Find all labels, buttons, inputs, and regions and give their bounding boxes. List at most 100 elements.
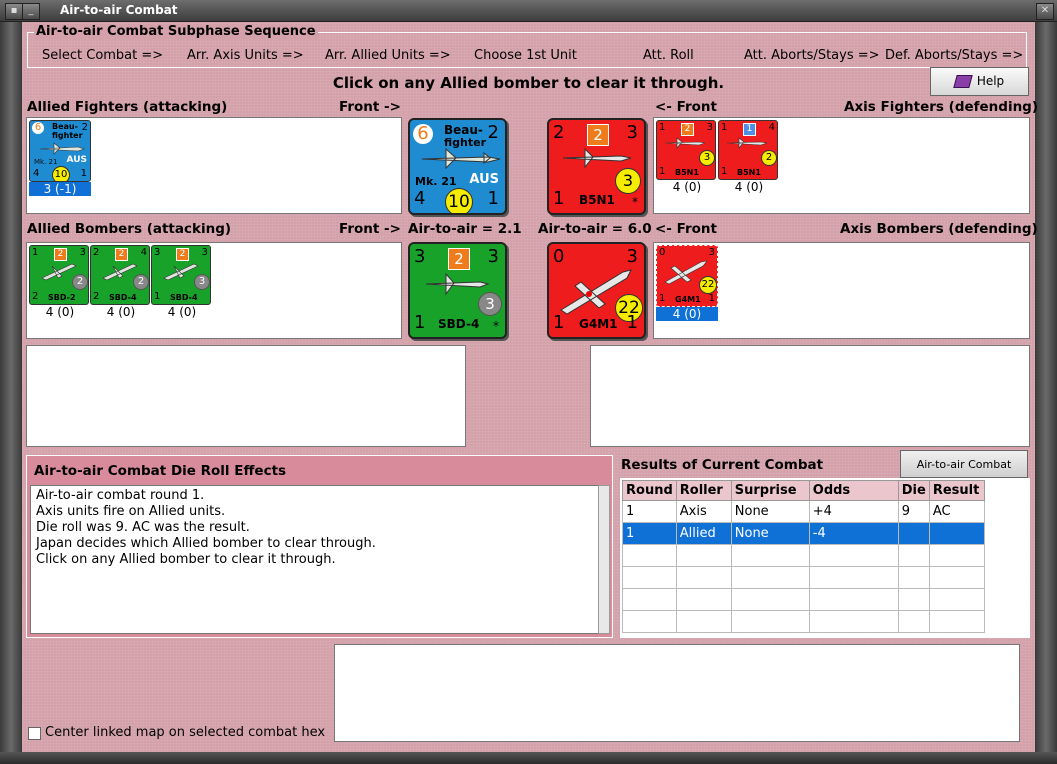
counter-circle-value: 22 bbox=[699, 276, 717, 294]
unit-counter-b5n1-2[interactable]: 1 1 4 2 1 B5N1 bbox=[718, 120, 778, 180]
axis-bombers-front-label: <- Front bbox=[655, 221, 717, 237]
unit-counter-sbd4-1[interactable]: 2 2 4 2 2 SBD-4 bbox=[90, 245, 150, 305]
counter-value-tl: 3 bbox=[154, 247, 161, 258]
cell-odds: -4 bbox=[808, 522, 899, 545]
die-roll-effects-label: Air-to-air Combat Die Roll Effects bbox=[34, 463, 287, 479]
allied-bombers-front-label: Front -> bbox=[339, 221, 401, 237]
unit-counter-b5n1-1[interactable]: 1 2 3 3 1 B5N1 bbox=[656, 120, 716, 180]
aircraft-icon bbox=[562, 148, 632, 168]
col-odds: Odds bbox=[808, 480, 899, 501]
counter-value-bl: 2 bbox=[32, 291, 39, 302]
step-select-combat: Select Combat => bbox=[42, 48, 164, 63]
counter-value-bl: 4 bbox=[33, 168, 40, 179]
col-round: Round bbox=[622, 480, 677, 501]
window-frame-right bbox=[1035, 22, 1057, 764]
table-row-selected[interactable]: 1 Allied None -4 bbox=[622, 522, 985, 545]
big-counter-star: * bbox=[493, 319, 499, 333]
unit-counter-sbd4-2[interactable]: 3 2 3 3 1 SBD-4 bbox=[151, 245, 211, 305]
big-counter-value-bl: 1 bbox=[414, 312, 426, 333]
counter-circle-value: 2 bbox=[761, 150, 777, 166]
axis-fighters-label: Axis Fighters (defending) bbox=[844, 99, 1039, 115]
help-button[interactable]: Help bbox=[930, 67, 1029, 96]
counter-value-tr: 4 bbox=[768, 122, 775, 133]
results-header-row: Round Roller Surprise Odds Die Result bbox=[622, 480, 985, 501]
counter-value-bl: 2 bbox=[93, 291, 100, 302]
cell-die: 9 bbox=[897, 500, 930, 523]
axis-air-to-air-value: Air-to-air = 6.0 bbox=[538, 221, 652, 237]
counter-value-bl: 1 bbox=[721, 166, 728, 177]
minimize-icon[interactable]: _ bbox=[22, 3, 40, 20]
big-counter-value-bl: 1 bbox=[553, 188, 565, 209]
col-roller: Roller bbox=[675, 480, 732, 501]
step-att-aborts: Att. Aborts/Stays => bbox=[744, 48, 880, 63]
cell-roller: Axis bbox=[675, 500, 732, 523]
counter-circle-value: 3 bbox=[194, 274, 210, 290]
counter-name: G4M1 bbox=[675, 295, 701, 304]
close-icon[interactable]: ✕ bbox=[1036, 3, 1054, 20]
counter-model: Mk. 21 bbox=[34, 158, 58, 166]
big-counter-b5n1: 2 2 3 3 1 B5N1 * bbox=[547, 118, 646, 215]
cell-surprise: None bbox=[730, 522, 810, 545]
cell-surprise: None bbox=[730, 500, 810, 523]
cell-round: 1 bbox=[622, 522, 677, 545]
counter-name: SBD-4 bbox=[170, 293, 198, 302]
big-counter-g4m1: 0 3 22 1 G4M1 1 bbox=[547, 242, 646, 339]
big-counter-value-tl: 3 bbox=[414, 246, 426, 267]
effects-scrollbar[interactable] bbox=[598, 485, 610, 634]
axis-fighters-panel: 1 2 3 3 1 B5N1 4 (0) 1 1 4 2 1 B5N1 4 (0… bbox=[653, 117, 1030, 214]
effect-line: Air-to-air combat round 1. bbox=[36, 488, 205, 503]
counter-box-value: 2 bbox=[681, 123, 694, 136]
unit-value-selected: 4 (0) bbox=[656, 307, 718, 321]
big-counter-value-br: 1 bbox=[626, 312, 638, 333]
help-book-icon bbox=[953, 75, 973, 88]
allied-air-to-air-value: Air-to-air = 2.1 bbox=[408, 221, 522, 237]
axis-info-panel bbox=[590, 345, 1030, 447]
cell-result bbox=[928, 522, 985, 545]
unit-counter-beaufighter[interactable]: 6 Beau-fighter 2 Mk. 21 AUS 4 10 1 bbox=[29, 120, 91, 182]
counter-name: B5N1 bbox=[675, 168, 699, 177]
big-counter-sbd4: 3 2 3 3 1 SBD-4 * bbox=[408, 242, 507, 339]
unit-counter-sbd2[interactable]: 1 2 3 2 2 SBD-2 bbox=[29, 245, 89, 305]
table-row[interactable]: 1 Axis None +4 9 AC bbox=[622, 500, 985, 523]
step-def-aborts: Def. Aborts/Stays => bbox=[885, 48, 1024, 63]
big-counter-value-tl: 2 bbox=[553, 122, 565, 143]
big-counter-value-tr: 3 bbox=[487, 246, 499, 267]
counter-name: B5N1 bbox=[737, 168, 761, 177]
axis-bombers-label: Axis Bombers (defending) bbox=[840, 221, 1038, 237]
title-bar: ▪ _ Air-to-air Combat ✕ bbox=[0, 0, 1057, 22]
system-menu-icon[interactable]: ▪ bbox=[5, 3, 23, 20]
allied-fighters-label: Allied Fighters (attacking) bbox=[27, 99, 228, 115]
counter-name: Beau-fighter bbox=[52, 122, 83, 140]
counter-circle-value: 2 bbox=[133, 274, 149, 290]
counter-circle-value: 10 bbox=[52, 166, 70, 181]
counter-value-tl: 2 bbox=[93, 247, 100, 258]
big-counter-model: Mk. 21 bbox=[415, 175, 457, 188]
allied-info-panel bbox=[26, 345, 466, 447]
allied-bombers-panel: 1 2 3 2 2 SBD-2 4 (0) 2 2 4 2 2 SBD-4 4 … bbox=[26, 242, 402, 339]
allied-fighters-panel: 6 Beau-fighter 2 Mk. 21 AUS 4 10 1 3 (-1… bbox=[26, 117, 402, 214]
step-arr-axis: Arr. Axis Units => bbox=[187, 48, 304, 63]
counter-value-tr: 4 bbox=[140, 247, 147, 258]
cell-round: 1 bbox=[622, 500, 677, 523]
effect-line: Click on any Allied bomber to clear it t… bbox=[36, 552, 336, 567]
table-row-empty bbox=[622, 566, 985, 589]
counter-value-tl: 1 bbox=[659, 122, 666, 133]
effect-line: Japan decides which Allied bomber to cle… bbox=[36, 536, 376, 551]
counter-value-br: 1 bbox=[80, 168, 87, 179]
air-to-air-combat-chart-button[interactable]: Air-to-air Combat Chart bbox=[900, 450, 1028, 498]
center-map-checkbox[interactable] bbox=[28, 727, 41, 740]
table-row-empty bbox=[622, 610, 985, 633]
big-counter-nation: AUS bbox=[469, 172, 499, 187]
counter-value-tl: 6 bbox=[32, 122, 44, 134]
unit-value: 4 (0) bbox=[45, 305, 75, 319]
big-counter-name-1: Beau- bbox=[444, 123, 483, 137]
col-die: Die bbox=[897, 480, 930, 501]
big-counter-value-tl: 6 bbox=[413, 124, 433, 144]
unit-counter-g4m1[interactable]: 0 3 22 1 G4M1 1 bbox=[656, 245, 718, 307]
die-roll-effects-text: Air-to-air combat round 1. Axis units fi… bbox=[30, 485, 599, 634]
counter-value-tr: 3 bbox=[79, 247, 86, 258]
effect-line: Axis units fire on Allied units. bbox=[36, 504, 226, 519]
counter-value-tr: 2 bbox=[81, 122, 88, 133]
allied-fighters-front-label: Front -> bbox=[339, 99, 401, 115]
step-att-roll: Att. Roll bbox=[643, 48, 694, 63]
